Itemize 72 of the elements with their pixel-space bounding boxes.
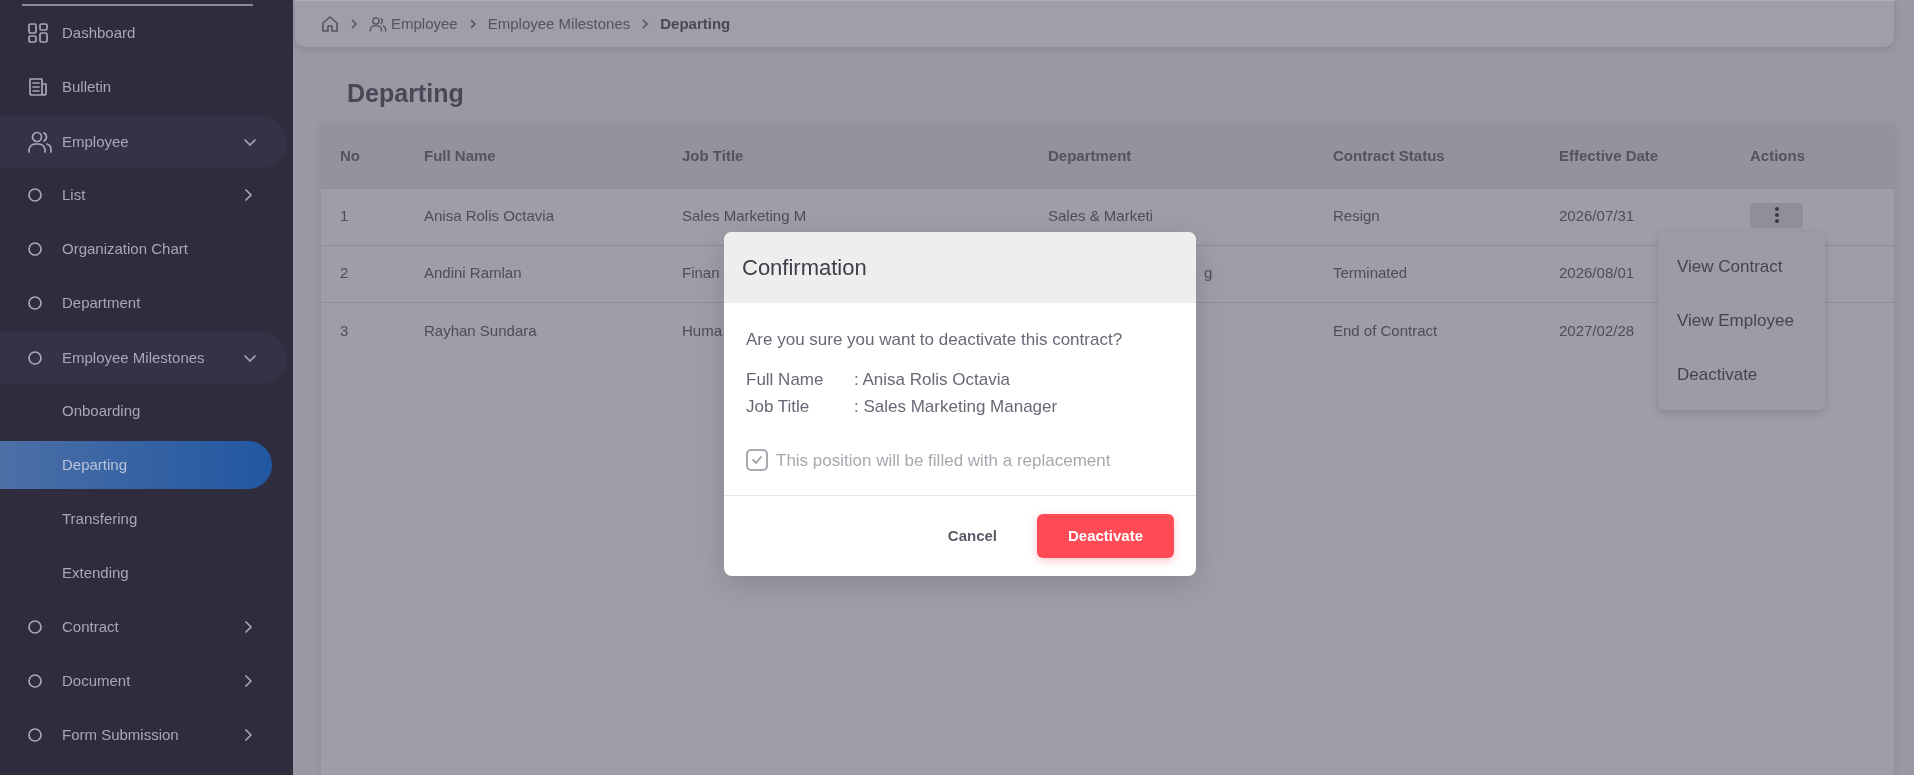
sidebar-item[interactable]: Extending bbox=[0, 546, 285, 600]
sidebar-item[interactable]: Onboarding bbox=[0, 384, 285, 438]
circle-icon bbox=[27, 619, 43, 635]
sidebar-item[interactable]: Organization Chart bbox=[0, 222, 285, 276]
table-cell: Andini Ramlan bbox=[424, 264, 522, 282]
table-cell: 3 bbox=[340, 321, 349, 339]
people-icon bbox=[27, 130, 53, 154]
table-cell: End of Contract bbox=[1333, 321, 1438, 339]
breadcrumb-link[interactable]: Employee Milestones bbox=[487, 12, 631, 36]
sidebar-item[interactable]: Bulletin bbox=[0, 60, 285, 114]
table-cell: Sales & Marketi bbox=[1048, 207, 1154, 225]
sidebar-item[interactable]: List bbox=[0, 168, 285, 222]
sidebar-item[interactable]: Employee Milestones bbox=[0, 332, 287, 384]
check-icon bbox=[751, 455, 763, 466]
circle-icon bbox=[27, 295, 43, 311]
column-header: Effective Date bbox=[1540, 124, 1750, 188]
menu-item[interactable]: View Contract bbox=[1658, 240, 1825, 294]
sidebar-item[interactable]: Dashboard bbox=[0, 6, 285, 60]
column-header: No bbox=[321, 124, 405, 188]
table-cell: 2026/07/31 bbox=[1559, 207, 1635, 225]
field-value: : Anisa Rolis Octavia bbox=[854, 368, 1011, 391]
field-label: Full Name bbox=[746, 368, 825, 391]
circle-icon bbox=[27, 350, 43, 366]
menu-item[interactable]: Deactivate bbox=[1658, 348, 1825, 402]
column-header: Department bbox=[1029, 124, 1314, 188]
table-cell: Finan bbox=[682, 264, 720, 282]
table-cell: 2027/02/28 bbox=[1559, 321, 1635, 339]
field-label: Job Title bbox=[746, 396, 811, 418]
cancel-button[interactable]: Cancel bbox=[935, 514, 1009, 558]
table-cell: Rayhan Sundara bbox=[424, 321, 537, 339]
field-value: : Sales Marketing Manager bbox=[854, 396, 1059, 418]
sidebar-item[interactable]: Contract bbox=[0, 600, 285, 654]
chevron-right-icon bbox=[467, 18, 478, 30]
table-cell: Huma bbox=[682, 321, 722, 339]
table-cell: 1 bbox=[340, 207, 349, 225]
column-header: Job Title bbox=[663, 124, 1029, 188]
more-button[interactable] bbox=[1750, 202, 1803, 228]
table-cell: 2026/08/01 bbox=[1559, 264, 1635, 282]
circle-icon bbox=[27, 673, 43, 689]
breadcrumb-link[interactable]: Employee bbox=[391, 12, 458, 36]
table-cell: Sales Marketing M bbox=[682, 207, 807, 225]
table-cell: Resign bbox=[1333, 207, 1380, 225]
checkbox-label: This position will be filled with a replacement bbox=[776, 449, 1111, 472]
circle-icon bbox=[27, 727, 43, 743]
chevron-right-icon bbox=[640, 18, 651, 30]
column-header: Actions bbox=[1750, 124, 1894, 188]
column-header: Full Name bbox=[405, 124, 663, 188]
sidebar-item[interactable]: Department bbox=[0, 276, 285, 330]
page-title: Departing bbox=[347, 78, 464, 108]
kebab-icon bbox=[1773, 206, 1780, 224]
dialog-message: Are you sure you want to deactivate this contract? bbox=[746, 329, 1124, 351]
grid-icon bbox=[27, 22, 49, 44]
sidebar-item[interactable]: Transfering bbox=[0, 492, 285, 546]
circle-icon bbox=[27, 187, 43, 203]
deactivate-button[interactable]: Deactivate bbox=[1037, 514, 1174, 558]
column-header: Contract Status bbox=[1314, 124, 1540, 188]
sidebar-item[interactable]: Form Submission bbox=[0, 708, 285, 762]
sidebar-item[interactable]: Departing bbox=[0, 441, 272, 489]
sidebar-item[interactable]: Employee bbox=[0, 116, 287, 168]
menu-item[interactable]: View Employee bbox=[1658, 294, 1825, 348]
circle-icon bbox=[27, 241, 43, 257]
home-icon[interactable] bbox=[321, 15, 339, 33]
chevron-right-icon bbox=[349, 18, 359, 30]
breadcrumb-current: Departing bbox=[660, 13, 731, 34]
table-cell-text: g bbox=[1203, 263, 1213, 284]
table-cell: Terminated bbox=[1333, 264, 1408, 282]
dialog-title: Confirmation bbox=[724, 232, 1196, 303]
table-cell: Anisa Rolis Octavia bbox=[424, 207, 555, 225]
people-icon bbox=[369, 15, 387, 33]
sidebar-item[interactable]: Document bbox=[0, 654, 285, 708]
newspaper-icon bbox=[27, 76, 49, 98]
table-cell: 2 bbox=[340, 264, 349, 282]
